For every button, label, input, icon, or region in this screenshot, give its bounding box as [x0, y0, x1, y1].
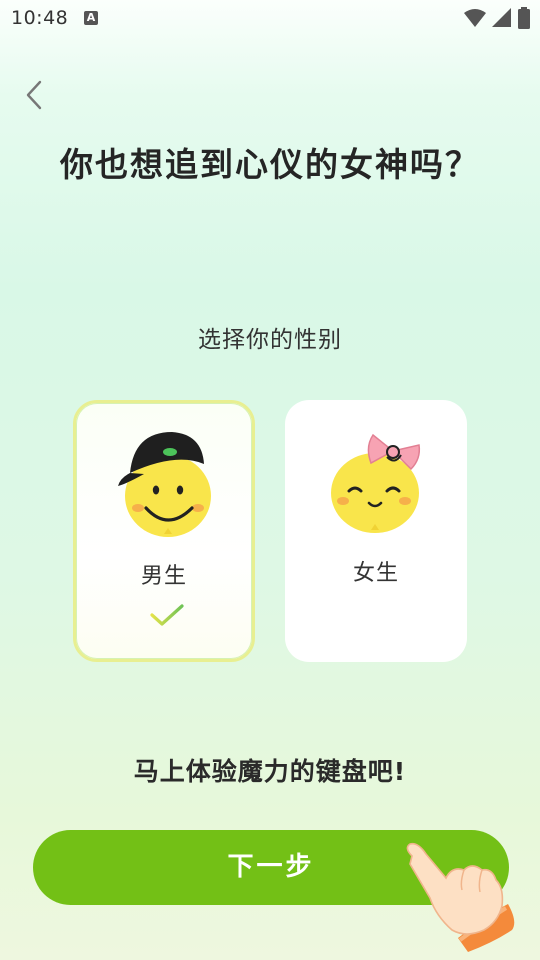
gender-label-male: 男生	[140, 564, 187, 589]
chevron-left-icon	[26, 80, 42, 110]
checkmark-icon	[150, 604, 184, 626]
gender-option-male[interactable]: 男生	[73, 400, 255, 662]
battery-icon	[518, 7, 530, 29]
pointing-hand-icon	[406, 842, 515, 952]
promo-text: 马上体验魔力的键盘吧!	[133, 757, 407, 786]
notification-a-icon: A	[84, 11, 98, 25]
status-time: 10:48	[11, 7, 69, 29]
gender-label-female: 女生	[352, 561, 399, 586]
status-bar: 10:48 A	[0, 0, 540, 38]
boy-emoji-icon	[118, 432, 211, 537]
wifi-icon	[464, 9, 486, 27]
page-title: 你也想追到心仪的女神吗？	[60, 145, 480, 184]
signal-icon	[492, 8, 511, 27]
back-button[interactable]	[20, 78, 50, 112]
gender-option-female[interactable]: 女生	[285, 400, 467, 662]
gender-prompt: 选择你的性别	[198, 327, 342, 353]
girl-emoji-icon	[331, 433, 421, 533]
